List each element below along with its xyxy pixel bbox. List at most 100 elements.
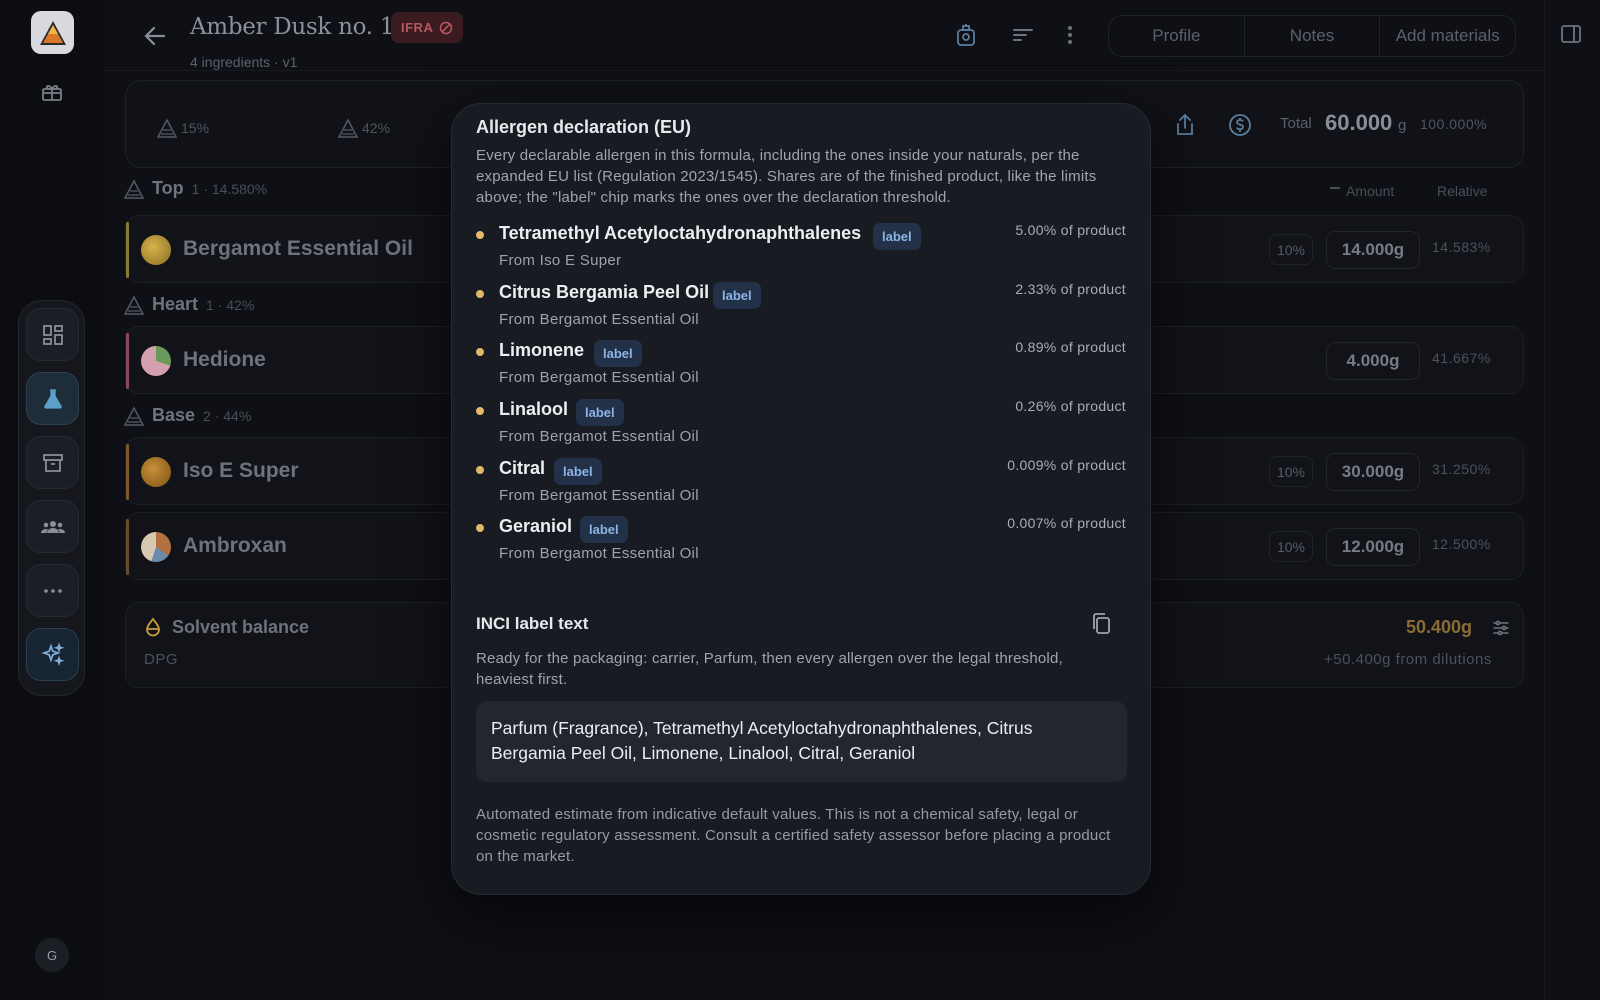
section-meta: 1 · 14.580% — [191, 180, 268, 197]
ifra-badge-label: IFRA — [401, 20, 434, 35]
allergen-source: From Iso E Super — [499, 252, 622, 269]
adjust-icon[interactable] — [1492, 619, 1510, 637]
allergen-item: Limonene label From Bergamot Essential O… — [476, 339, 1126, 396]
material-color-icon — [141, 532, 171, 562]
view-tabs: Profile Notes Add materials — [1108, 15, 1516, 57]
row-accent — [126, 333, 129, 389]
row-accent — [126, 519, 129, 575]
allergen-item: Citral label From Bergamot Essential Oil… — [476, 457, 1126, 514]
amount-input[interactable]: 14.000g — [1326, 231, 1420, 269]
sparkles-icon — [40, 641, 64, 666]
tab-profile[interactable]: Profile — [1109, 16, 1245, 56]
right-divider — [1544, 0, 1545, 1000]
ingredient-name: Hedione — [183, 348, 266, 371]
allergen-name: Linalool — [499, 399, 568, 419]
allergen-share: 0.007% of product — [1007, 515, 1126, 531]
allergen-name: Citral — [499, 458, 546, 478]
relative-value: 41.667% — [1432, 350, 1491, 366]
left-rail: G — [0, 0, 104, 1000]
top-notes-share-value: 15% — [181, 120, 210, 136]
tab-notes[interactable]: Notes — [1245, 16, 1381, 56]
more-nav-button[interactable] — [26, 564, 79, 617]
disclaimer-text: Automated estimate from indicative defau… — [476, 806, 1111, 865]
row-accent — [126, 444, 129, 500]
lab-nav-button[interactable] — [26, 372, 79, 425]
row-accent — [126, 222, 129, 278]
ifra-status-badge[interactable]: IFRA — [391, 12, 464, 43]
section-heart[interactable]: Heart 1 · 42% — [124, 294, 254, 315]
label-chip: label — [713, 282, 761, 309]
allergen-bullet — [476, 348, 484, 356]
more-vertical-icon[interactable] — [1057, 22, 1083, 48]
formula-title: Amber Dusk no. 1 — [190, 14, 395, 40]
allergen-item: Geraniol label From Bergamot Essential O… — [476, 515, 1126, 572]
dilution-chip[interactable]: 10% — [1269, 531, 1313, 562]
allergen-name: Tetramethyl Acetyloctahydronaphthalenes — [499, 223, 862, 243]
label-chip: label — [576, 399, 624, 426]
label-chip: label — [594, 340, 642, 367]
archive-nav-button[interactable] — [26, 436, 79, 489]
total-value: 60.000 — [1325, 110, 1393, 135]
formula-subtitle: 4 ingredients · v1 — [190, 54, 298, 70]
relative-column-header[interactable]: Relative — [1437, 183, 1488, 199]
user-avatar[interactable]: G — [35, 938, 69, 972]
tab-add-materials[interactable]: Add materials — [1380, 16, 1515, 56]
dilution-chip[interactable]: 10% — [1269, 456, 1313, 487]
allergen-source: From Bergamot Essential Oil — [499, 545, 699, 562]
sort-icon[interactable] — [1010, 22, 1036, 48]
team-nav-button[interactable] — [26, 500, 79, 553]
copy-icon[interactable] — [1089, 611, 1113, 637]
solvent-title: Solvent balance — [172, 617, 310, 637]
allergen-bullet — [476, 290, 484, 298]
allergen-source: From Bergamot Essential Oil — [499, 369, 699, 386]
total-percentage: 100.000% — [1420, 116, 1488, 132]
side-panel-toggle-icon[interactable] — [1559, 22, 1583, 46]
header-divider — [104, 70, 1544, 71]
pyramid-icon — [124, 294, 144, 315]
section-top[interactable]: Top 1 · 14.580% — [124, 178, 267, 199]
ai-assist-button[interactable] — [26, 628, 79, 681]
modal-title: Allergen declaration (EU) — [476, 117, 692, 137]
relative-value: 14.583% — [1432, 239, 1491, 255]
amount-input[interactable]: 12.000g — [1326, 528, 1420, 566]
cost-icon[interactable] — [1227, 112, 1253, 138]
heart-notes-share: 42% — [338, 118, 390, 138]
app-logo[interactable] — [31, 11, 74, 54]
inci-description: Ready for the packaging: carrier, Parfum… — [476, 650, 1063, 688]
pyramid-icon — [124, 178, 144, 199]
label-chip: label — [873, 223, 921, 250]
pyramid-icon — [124, 405, 144, 426]
droplet-icon — [144, 617, 162, 637]
allergen-item: Citrus Bergamia Peel Oil label From Berg… — [476, 281, 1126, 338]
section-base[interactable]: Base 2 · 44% — [124, 405, 251, 426]
allergen-name: Citrus Bergamia Peel Oil — [499, 282, 710, 302]
allergen-name: Limonene — [499, 340, 585, 360]
solvent-note: +50.400g from dilutions — [1324, 651, 1492, 668]
dashboard-nav-button[interactable] — [26, 308, 79, 361]
back-arrow-icon[interactable] — [141, 22, 169, 50]
perfume-bottle-icon[interactable] — [953, 22, 979, 48]
allergen-share: 5.00% of product — [1015, 222, 1126, 238]
top-notes-share: 15% — [157, 118, 209, 138]
inci-title: INCI label text — [476, 614, 589, 633]
allergen-source: From Bergamot Essential Oil — [499, 487, 699, 504]
share-icon[interactable] — [1172, 112, 1198, 138]
relative-value: 12.500% — [1432, 536, 1491, 552]
dilution-chip[interactable]: 10% — [1269, 234, 1313, 265]
allergen-bullet — [476, 407, 484, 415]
allergen-share: 2.33% of product — [1015, 281, 1126, 297]
allergen-declaration-modal: Allergen declaration (EU) Every declarab… — [451, 103, 1151, 895]
pyramid-icon — [338, 118, 358, 138]
prohibited-icon — [440, 21, 453, 34]
pyramid-icon — [157, 118, 177, 138]
gift-icon[interactable] — [40, 80, 64, 104]
section-name: Top — [152, 178, 184, 198]
allergen-bullet — [476, 524, 484, 532]
archive-icon — [42, 453, 63, 472]
allergen-bullet — [476, 231, 484, 239]
inci-label-text[interactable]: Parfum (Fragrance), Tetramethyl Acetyloc… — [476, 701, 1127, 782]
section-meta: 2 · 44% — [203, 407, 252, 424]
amount-column-header[interactable]: Amount — [1330, 183, 1394, 199]
amount-input[interactable]: 4.000g — [1326, 342, 1420, 380]
amount-input[interactable]: 30.000g — [1326, 453, 1420, 491]
